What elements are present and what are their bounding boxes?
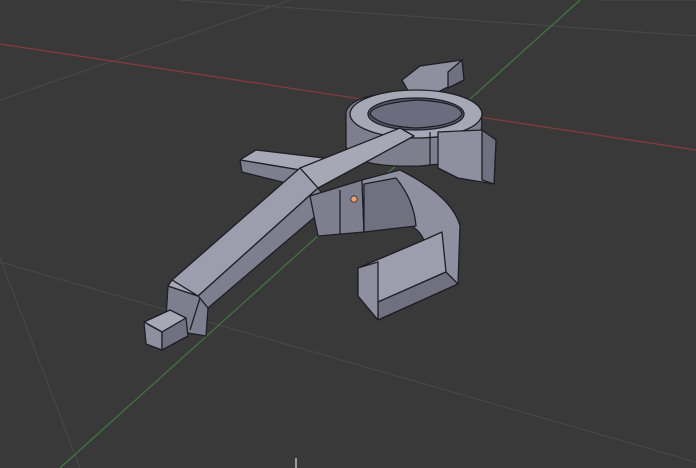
3d-viewport[interactable] <box>0 0 696 468</box>
object-origin-icon <box>350 195 358 203</box>
clamp-mesh[interactable] <box>143 59 497 351</box>
viewport-canvas[interactable] <box>0 0 696 468</box>
